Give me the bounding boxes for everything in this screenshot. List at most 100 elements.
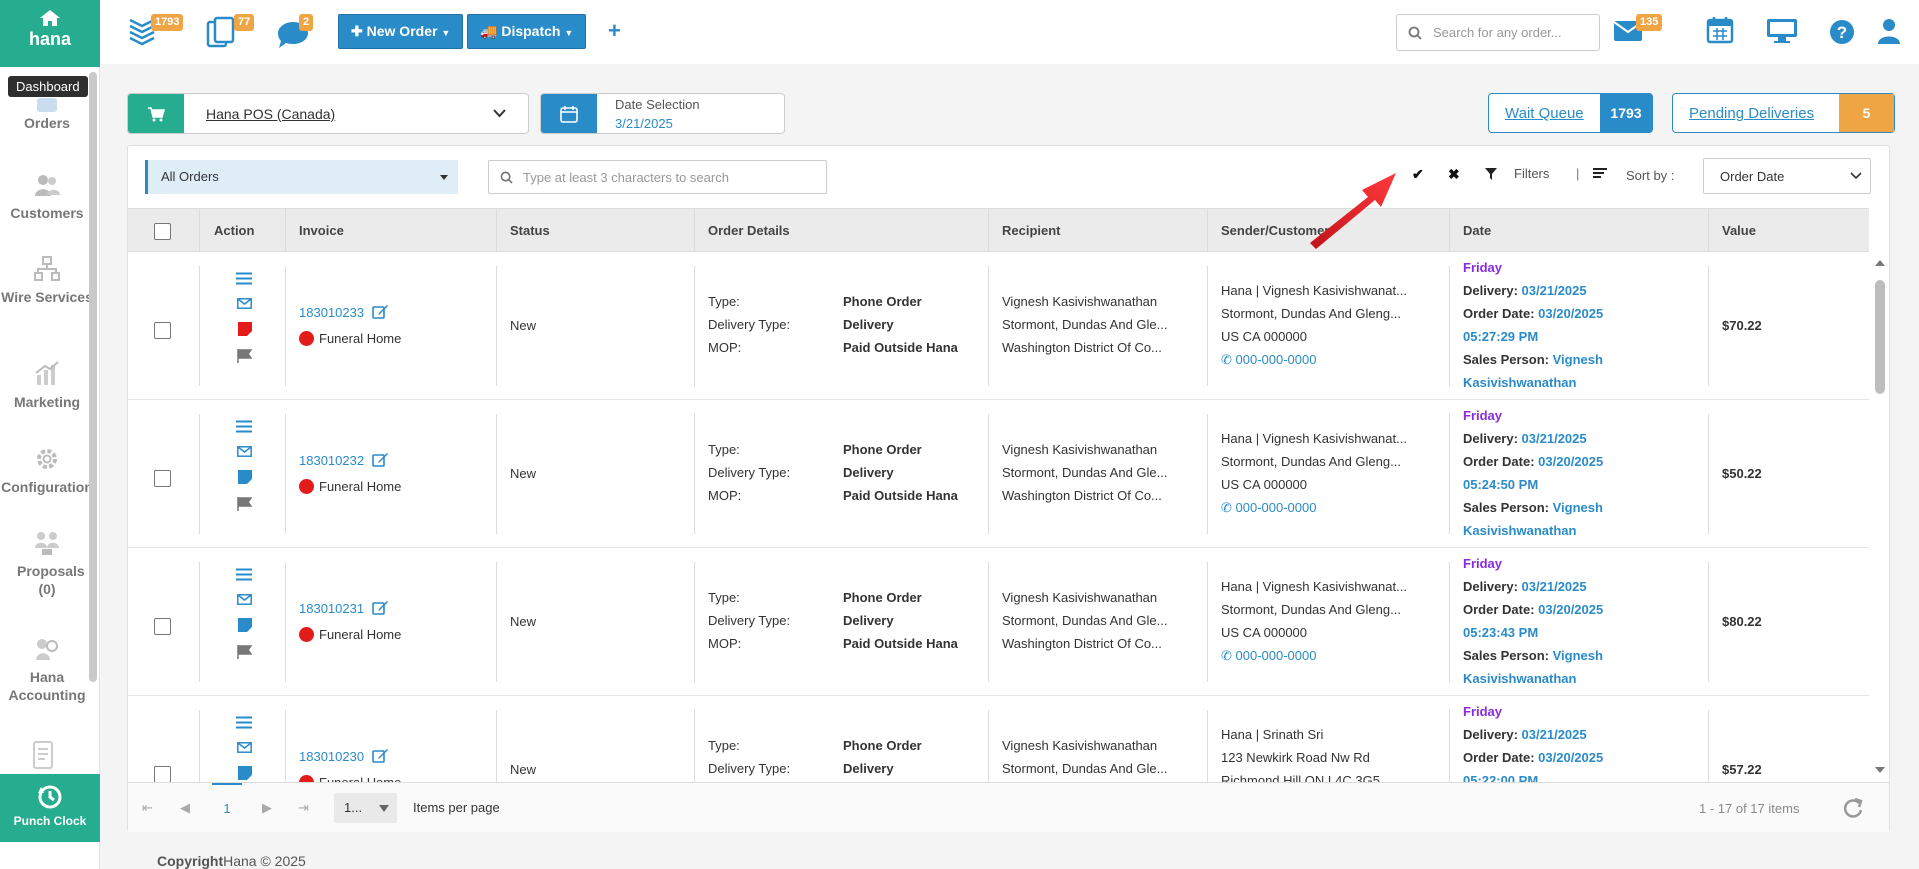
sidebar-item-proposals[interactable]: Proposals (0) [0,530,94,598]
page-size-value: 1... [344,800,363,815]
column-header-action[interactable]: Action [214,223,254,238]
copyright-text: Hana © 2025 [223,853,306,869]
refresh-icon[interactable] [1842,797,1864,819]
flag-icon[interactable] [237,349,252,363]
sort-lines-icon[interactable] [1592,167,1608,181]
table-scrollbar[interactable] [1873,252,1887,782]
page-size-select[interactable]: 1... [334,793,397,823]
column-header-date[interactable]: Date [1463,223,1491,238]
status-dot-icon [299,331,314,346]
flag-icon[interactable] [237,645,252,659]
invoice-link[interactable]: 183010233 [299,304,389,320]
row-checkbox[interactable] [154,470,171,487]
row-checkbox[interactable] [154,766,171,782]
column-header-order-details[interactable]: Order Details [708,223,790,238]
clear-filter-close-icon[interactable]: ✖ [1448,166,1460,183]
sidebar-item-hana-accounting[interactable]: Hana Accounting [0,636,94,704]
edit-icon[interactable] [371,304,389,319]
calendar-icon [1706,17,1734,44]
note-icon[interactable] [238,766,252,780]
order-type-value: Phone Order [843,442,922,457]
new-order-button[interactable]: ✚ New Order ▼ [338,14,464,49]
order-filter-dropdown[interactable]: All Orders [145,160,458,194]
monitor-button[interactable] [1766,18,1798,47]
apply-filter-check-icon[interactable]: ✔ [1412,166,1424,183]
add-button[interactable]: + [608,18,621,44]
sidebar-scrollbar[interactable] [89,72,97,682]
date-selector[interactable]: Date Selection 3/21/2025 [540,93,785,134]
sidebar-item-label: Hana Accounting [8,669,86,703]
select-all-checkbox[interactable] [154,223,171,240]
envelope-icon[interactable] [237,446,252,457]
row-checkbox[interactable] [154,618,171,635]
note-icon[interactable] [238,618,252,632]
delivery-date-line: Delivery: 03/21/2025 [1463,283,1587,298]
table-row[interactable]: 183010233 Funeral Home New Type: Phone O… [128,252,1869,400]
global-search-input[interactable]: Search for any order... [1396,14,1600,51]
recipient-city: Washington District Of Co... [1002,340,1162,355]
funnel-icon[interactable] [1484,167,1498,181]
first-page-icon[interactable]: ⇤ [142,800,153,816]
user-profile-button[interactable] [1877,17,1901,48]
page-number-current[interactable]: 1 [212,783,242,833]
menu-icon[interactable] [236,716,252,729]
documents-badge: 77 [234,14,255,31]
invoice-link[interactable]: 183010231 [299,600,389,616]
sidebar-item-marketing[interactable]: Marketing [0,361,94,411]
filters-label[interactable]: Filters [1514,166,1549,181]
grid-search-input[interactable]: Type at least 3 characters to search [488,160,827,194]
row-checkbox[interactable] [154,322,171,339]
mop-value: Paid Outside Hana [843,488,958,503]
sidebar-item-customers[interactable]: Customers [0,172,94,222]
sidebar-item-partial[interactable] [32,740,56,770]
column-header-status[interactable]: Status [510,223,550,238]
table-row[interactable]: 183010230 Funeral Home New Type: Phone O… [128,696,1869,782]
pending-deliveries-button[interactable]: Pending Deliveries 5 [1672,93,1895,133]
sender-address: 123 Newkirk Road Nw Rd [1221,750,1370,765]
envelope-icon[interactable] [237,742,252,753]
sort-by-select[interactable]: Order Date [1703,158,1871,194]
edit-icon[interactable] [371,748,389,763]
brand-logo[interactable]: hana [0,0,100,67]
envelope-icon[interactable] [237,594,252,605]
invoice-link[interactable]: 183010230 [299,748,389,764]
next-page-icon[interactable]: ▶ [262,800,272,816]
menu-icon[interactable] [236,420,252,433]
note-icon[interactable] [238,322,252,336]
delivery-type-value: Delivery [843,613,894,628]
punch-clock-button[interactable]: Punch Clock [0,774,100,842]
prev-page-icon[interactable]: ◀ [180,800,190,816]
column-header-value[interactable]: Value [1722,223,1756,238]
sidebar-item-wire-services[interactable]: Wire Services [0,256,94,306]
edit-icon[interactable] [371,452,389,467]
documents-button[interactable] [206,16,236,51]
menu-icon[interactable] [236,568,252,581]
table-scrollbar-thumb[interactable] [1875,280,1885,394]
sender-phone[interactable]: ✆ 000-000-0000 [1221,644,1316,667]
column-header-invoice[interactable]: Invoice [299,223,344,238]
table-row[interactable]: 183010231 Funeral Home New Type: Phone O… [128,548,1869,696]
sidebar-item-label: Proposals (0) [17,563,85,597]
help-button[interactable]: ? [1829,19,1855,48]
note-icon[interactable] [238,470,252,484]
last-page-icon[interactable]: ⇥ [298,800,309,816]
envelope-icon[interactable] [237,298,252,309]
dispatch-button[interactable]: 🚚 Dispatch ▼ [467,14,587,49]
wait-queue-label: Wait Queue [1505,105,1584,122]
flag-icon[interactable] [237,497,252,511]
menu-icon[interactable] [236,272,252,285]
edit-icon[interactable] [371,600,389,615]
sidebar-item-orders[interactable]: Orders [0,98,94,132]
column-header-recipient[interactable]: Recipient [1002,223,1061,238]
wait-queue-button[interactable]: Wait Queue 1793 [1488,93,1653,133]
scroll-up-arrow-icon[interactable] [1874,258,1886,267]
sender-phone[interactable]: ✆ 000-000-0000 [1221,496,1316,519]
calendar-button[interactable] [1706,16,1734,47]
sender-phone[interactable]: ✆ 000-000-0000 [1221,348,1316,371]
table-row[interactable]: 183010232 Funeral Home New Type: Phone O… [128,400,1869,548]
mop-label: MOP: [708,488,742,503]
scroll-down-arrow-icon[interactable] [1874,766,1886,775]
sidebar-item-configuration[interactable]: Configuration [0,446,94,496]
invoice-link[interactable]: 183010232 [299,452,389,468]
store-selector[interactable]: Hana POS (Canada) [127,93,529,134]
